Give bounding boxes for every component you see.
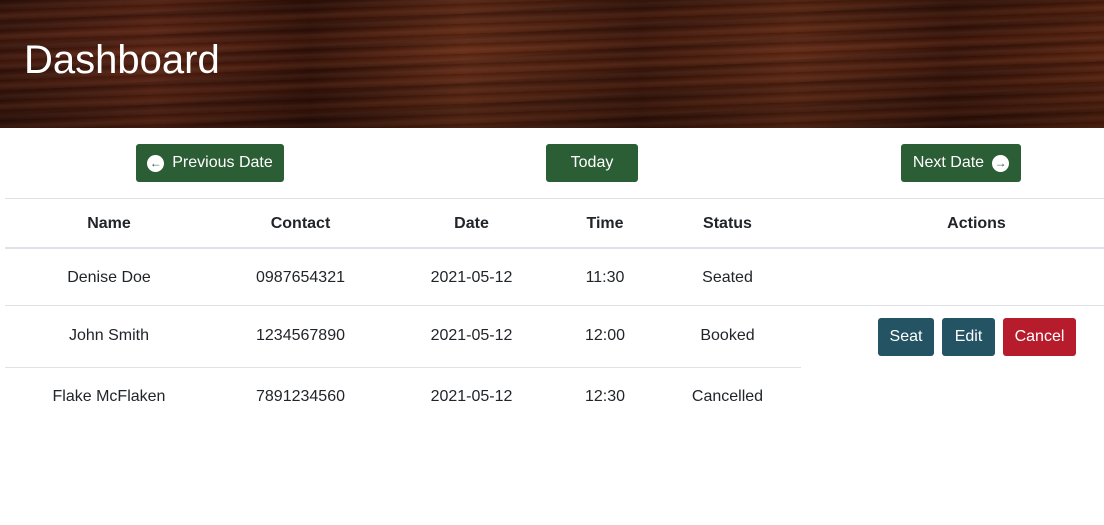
today-button[interactable]: Today [546,144,638,182]
seat-button[interactable]: Seat [878,318,934,356]
cell-date: 2021-05-12 [430,388,513,405]
arrow-circle-left-icon: ← [147,154,165,172]
column-header-contact: Contact [270,215,331,232]
column-header-name: Name [87,215,131,232]
cell-name: John Smith [68,327,150,344]
cell-contact: 1234567890 [256,327,345,344]
today-label: Today [570,154,614,171]
edit-button[interactable]: Edit [942,318,995,356]
header-banner: Dashboard [0,0,1104,128]
cell-date: 2021-05-12 [430,327,513,344]
page-title: Dashboard [24,38,220,82]
cell-time: 12:30 [584,388,626,405]
cell-date: 2021-05-12 [430,269,513,286]
cell-status: Cancelled [691,388,764,405]
next-date-button[interactable]: Next Date → [901,144,1021,182]
table-row: Flake McFlaken 7891234560 2021-05-12 12:… [5,368,1104,426]
cell-status: Booked [700,327,755,344]
date-navigation: ← Previous Date Today Next Date → [0,128,1104,198]
cell-name: Flake McFlaken [52,388,166,405]
previous-date-button[interactable]: ← Previous Date [136,144,284,182]
table-row: John Smith 1234567890 2021-05-12 12:00 B… [5,306,1104,367]
column-header-time: Time [586,215,624,232]
cell-status: Seated [702,269,753,286]
column-header-status: Status [703,215,752,232]
previous-date-label: Previous Date [172,154,273,171]
cell-time: 11:30 [585,269,625,286]
table-header-row: Name Contact Date Time Status Actions [5,199,1104,247]
arrow-circle-right-icon: → [992,154,1010,172]
table-row: Denise Doe 0987654321 2021-05-12 11:30 S… [5,249,1104,305]
next-date-label: Next Date [912,154,985,171]
cell-name: Denise Doe [67,269,151,286]
cell-contact: 7891234560 [256,388,345,405]
column-header-actions: Actions [947,215,1006,232]
column-header-date: Date [454,215,489,232]
cell-contact: 0987654321 [256,269,345,286]
cancel-button[interactable]: Cancel [1003,318,1076,356]
cell-time: 12:00 [584,327,626,344]
